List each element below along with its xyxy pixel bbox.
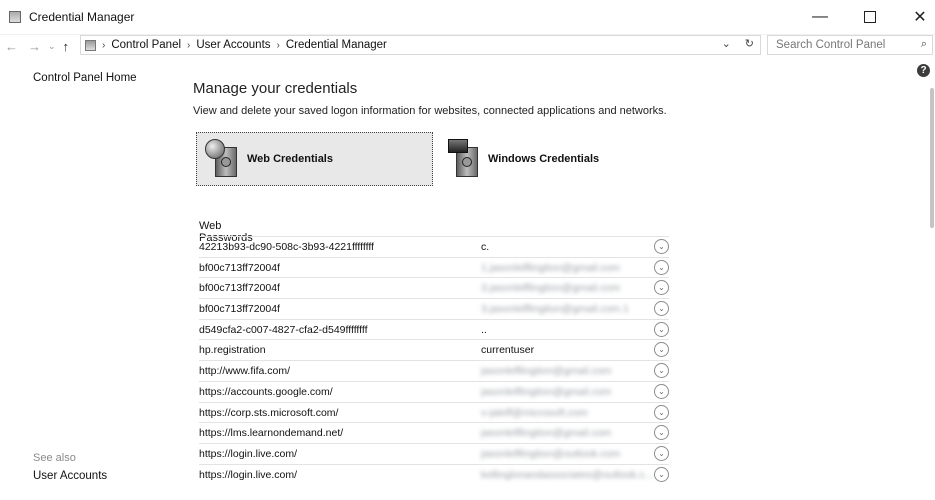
credential-name: bf00c713ff72004f bbox=[199, 261, 280, 274]
window-title: Credential Manager bbox=[29, 10, 135, 24]
web-credentials-button[interactable]: Web Credentials bbox=[196, 132, 433, 186]
expand-chevron-icon[interactable]: ⌄ bbox=[654, 445, 669, 461]
credential-name: hp.registration bbox=[199, 344, 266, 357]
credential-name: bf00c713ff72004f bbox=[199, 303, 280, 316]
credential-row[interactable]: bf00c713ff72004f 3.jasonlelflingtion@gma… bbox=[199, 277, 669, 298]
credential-name: http://www.fifa.com/ bbox=[199, 365, 291, 378]
credential-user: currentuser bbox=[481, 344, 535, 357]
credential-user: kellinglonandassociates@outlook.c... bbox=[481, 468, 654, 481]
credential-user: v-jaleff@microsoft.com bbox=[481, 406, 588, 419]
user-accounts-link[interactable]: User Accounts bbox=[33, 470, 107, 482]
credential-row[interactable]: bf00c713ff72004f 1.jasonlelflingtion@gma… bbox=[199, 256, 669, 278]
control-panel-icon bbox=[85, 39, 96, 51]
windows-credentials-vault-icon bbox=[444, 137, 484, 181]
maximize-button[interactable] bbox=[850, 0, 890, 34]
credential-row[interactable]: hp.registration currentuser ⌄ bbox=[199, 339, 669, 360]
credential-manager-icon bbox=[9, 11, 21, 23]
credential-user: jasonlelflingtion@outlook.com bbox=[481, 447, 621, 460]
credential-user: 3.jasonlelflingtion@gmail.com bbox=[481, 282, 621, 295]
address-dropdown-icon[interactable]: ⌄ bbox=[722, 37, 731, 50]
credential-name: bf00c713ff72004f bbox=[199, 282, 280, 295]
title-bar: Credential Manager — ✕ bbox=[0, 0, 935, 35]
web-credentials-label: Web Credentials bbox=[247, 153, 333, 165]
search-icon[interactable]: ⌕ bbox=[921, 38, 927, 51]
credential-name: https://accounts.google.com/ bbox=[199, 385, 333, 398]
navigation-row: ← → ⌄ ↑ › Control Panel › User Accounts … bbox=[0, 35, 935, 57]
expand-chevron-icon[interactable]: ⌄ bbox=[654, 259, 669, 275]
forward-button[interactable]: → bbox=[23, 39, 46, 54]
expand-chevron-icon[interactable]: ⌄ bbox=[654, 321, 669, 337]
breadcrumb-separator: › bbox=[276, 39, 280, 51]
breadcrumb-separator: › bbox=[187, 39, 191, 51]
credential-row[interactable]: https://accounts.google.com/ jasonlelfli… bbox=[199, 380, 669, 402]
see-also-label: See also bbox=[33, 452, 76, 464]
credential-user: c. bbox=[481, 241, 490, 253]
credential-user: jasonlelflingtion@gmail.com bbox=[481, 427, 612, 440]
credential-row[interactable]: https://login.live.com/ jasonlelflingtio… bbox=[199, 442, 669, 464]
search-input[interactable]: Search Control Panel ⌕ bbox=[767, 35, 933, 55]
breadcrumb-credential-manager[interactable]: Credential Manager bbox=[286, 39, 387, 51]
expand-chevron-icon[interactable]: ⌄ bbox=[654, 363, 669, 379]
credential-user: jasonlelflingtion@gmail.com bbox=[481, 365, 612, 378]
page-description: View and delete your saved logon informa… bbox=[193, 105, 667, 117]
web-credentials-vault-icon bbox=[203, 137, 243, 181]
credential-name: 42213b93-dc90-508c-3b93-4221ffffffff bbox=[199, 241, 374, 253]
windows-credentials-button[interactable]: Windows Credentials bbox=[438, 132, 638, 186]
page-title: Manage your credentials bbox=[193, 80, 358, 97]
credential-row[interactable]: https://login.live.com/ kellinglonandass… bbox=[199, 463, 669, 485]
credential-row[interactable]: bf00c713ff72004f 3.jasonlelflingtion@gma… bbox=[199, 298, 669, 319]
maximize-icon bbox=[864, 11, 876, 23]
credential-row[interactable]: https://lms.learnondemand.net/ jasonlelf… bbox=[199, 422, 669, 443]
back-button[interactable]: ← bbox=[0, 39, 23, 54]
credential-row[interactable]: https://corp.sts.microsoft.com/ v-jaleff… bbox=[199, 401, 669, 423]
refresh-icon[interactable]: ↻ bbox=[745, 37, 754, 50]
credential-name: d549cfa2-c007-4827-cfa2-d549ffffffff bbox=[199, 323, 368, 336]
credential-user: jasonlelflingtion@gmail.com bbox=[481, 385, 612, 398]
minimize-button[interactable]: — bbox=[800, 0, 840, 34]
credential-user: 3.jasonlelflingtion@gmail.com.1 bbox=[481, 303, 629, 316]
credential-name: https://login.live.com/ bbox=[199, 447, 298, 460]
expand-chevron-icon[interactable]: ⌄ bbox=[654, 383, 669, 399]
credential-row[interactable]: d549cfa2-c007-4827-cfa2-d549ffffffff .. … bbox=[199, 318, 669, 340]
recent-locations-button[interactable]: ⌄ bbox=[46, 41, 58, 52]
credential-row[interactable]: http://www.fifa.com/ jasonlelflingtion@g… bbox=[199, 360, 669, 381]
expand-chevron-icon[interactable]: ⌄ bbox=[654, 280, 669, 296]
breadcrumb-user-accounts[interactable]: User Accounts bbox=[196, 39, 270, 51]
expand-chevron-icon[interactable]: ⌄ bbox=[654, 425, 669, 441]
credential-user: .. bbox=[481, 323, 487, 336]
credential-name: https://corp.sts.microsoft.com/ bbox=[199, 406, 339, 419]
breadcrumb-control-panel[interactable]: Control Panel bbox=[111, 39, 181, 51]
credential-name: https://login.live.com/ bbox=[199, 468, 298, 481]
expand-chevron-icon[interactable]: ⌄ bbox=[654, 466, 669, 482]
credential-list: 42213b93-dc90-508c-3b93-4221ffffffff c. … bbox=[199, 236, 669, 484]
up-button[interactable]: ↑ bbox=[58, 39, 75, 54]
help-icon[interactable]: ? bbox=[917, 64, 930, 77]
breadcrumb-separator: › bbox=[102, 39, 106, 51]
close-button[interactable]: ✕ bbox=[900, 0, 935, 34]
expand-chevron-icon[interactable]: ⌄ bbox=[654, 239, 669, 254]
address-bar[interactable]: › Control Panel › User Accounts › Creden… bbox=[80, 35, 761, 55]
credential-user: 1.jasonlelflingtion@gmail.com bbox=[481, 261, 621, 274]
credential-row[interactable]: 42213b93-dc90-508c-3b93-4221ffffffff c. … bbox=[199, 236, 669, 257]
windows-credentials-label: Windows Credentials bbox=[488, 153, 600, 165]
search-placeholder: Search Control Panel bbox=[776, 39, 886, 51]
expand-chevron-icon[interactable]: ⌄ bbox=[654, 404, 669, 420]
expand-chevron-icon[interactable]: ⌄ bbox=[654, 342, 669, 358]
sidebar: Control Panel Home See also User Account… bbox=[0, 60, 170, 500]
expand-chevron-icon[interactable]: ⌄ bbox=[654, 301, 669, 317]
credential-name: https://lms.learnondemand.net/ bbox=[199, 427, 344, 440]
control-panel-home-link[interactable]: Control Panel Home bbox=[33, 72, 137, 84]
scrollbar-thumb[interactable] bbox=[930, 88, 934, 228]
